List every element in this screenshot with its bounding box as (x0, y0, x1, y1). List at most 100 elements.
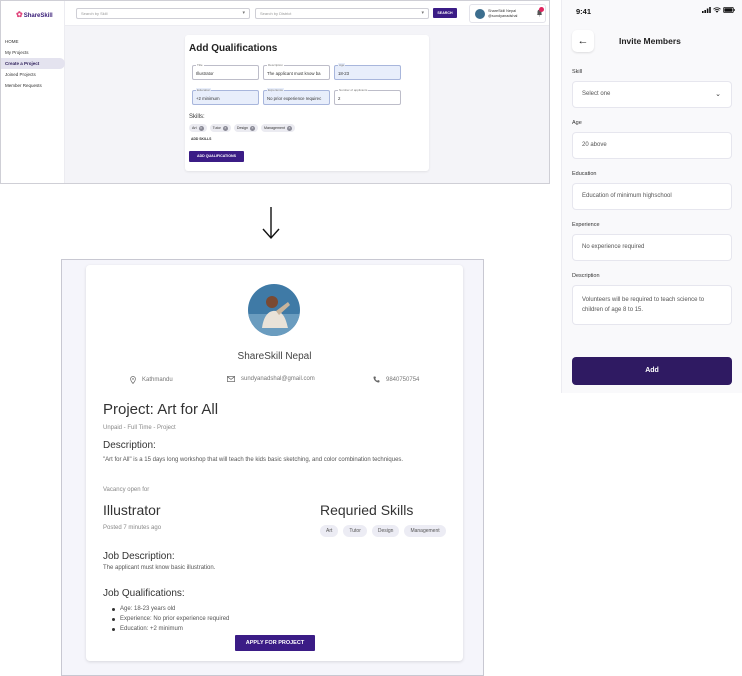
job-description-heading: Job Description: (103, 551, 175, 562)
status-time: 9:41 (576, 7, 592, 16)
sidebar-item-my-projects[interactable]: My Projects (1, 47, 65, 58)
age-input-value: 20 above (582, 142, 607, 148)
list-item: Age: 18-23 years old (110, 604, 229, 614)
project-meta: Unpaid - Full Time - Project (103, 425, 176, 431)
skill-chip[interactable]: Management × (261, 124, 296, 132)
skill-badge: Design (371, 525, 400, 537)
skill-chip-label: Tutor (212, 126, 221, 130)
project-title: Project: Art for All (103, 401, 219, 418)
experience-field[interactable]: Experience No prior experience requirec (263, 88, 330, 105)
logo[interactable]: ✿ShareSkill (16, 10, 53, 19)
skill-chip-label: Management (264, 126, 286, 130)
avatar (475, 9, 485, 19)
add-qualifications-button[interactable]: ADD QUALIFICATIONS (189, 151, 244, 162)
education-field[interactable]: Education +2 minimum (192, 88, 259, 105)
description-heading: Description: (103, 440, 156, 451)
logo-mark-icon: ✿ (16, 10, 23, 19)
skill-select-value: Select one (582, 91, 611, 97)
close-icon[interactable]: × (287, 125, 293, 131)
close-icon[interactable]: × (222, 125, 228, 131)
required-skills-list: Art Tutor Design Management (320, 525, 446, 537)
dashboard-screenshot: ✿ShareSkill HOME My Projects Create a Pr… (0, 0, 550, 184)
apply-for-project-button[interactable]: APPLY FOR PROJECT (235, 635, 315, 651)
sidebar-item-home[interactable]: HOME (1, 36, 65, 47)
mail-icon (227, 376, 235, 382)
skill-chip[interactable]: Tutor × (209, 124, 231, 132)
age-input[interactable]: 20 above (572, 132, 732, 159)
description-text: "Art for All" is a 15 days long workshop… (103, 457, 404, 463)
age-field[interactable]: Age 18-23 (334, 63, 401, 80)
bell-icon[interactable] (536, 7, 544, 19)
sidebar-item-member-requests[interactable]: Member Requests (1, 80, 65, 91)
vacancy-label: Vacancy open for (103, 487, 150, 493)
skill-chip-label: Design (236, 126, 249, 130)
email-text[interactable]: sundyanadshal@gmail.com (241, 376, 315, 382)
skill-chip[interactable]: Art × (189, 124, 207, 132)
phone-info: 9840750754 (373, 376, 419, 383)
location-info: Kathmandu (130, 376, 173, 384)
phone-icon (373, 376, 380, 383)
project-detail-screenshot: ShareSkill Nepal Kathmandu sundyanadshal… (61, 259, 484, 676)
experience-input-value: No experience required (582, 244, 645, 250)
skill-select[interactable]: Select one ⌄ (572, 81, 732, 108)
project-card: ShareSkill Nepal Kathmandu sundyanadshal… (86, 265, 463, 661)
education-input-value: Education of minimum highschool (582, 193, 672, 199)
required-skills-heading: Requried Skills (320, 502, 414, 518)
phone-text[interactable]: 9840750754 (386, 377, 419, 383)
experience-input[interactable]: No experience required (572, 234, 732, 261)
mobile-invite-screen: 9:41 ← Invite Members Skill Select one ⌄… (561, 0, 742, 393)
signal-icon (702, 7, 711, 13)
profile-name-block: ShareSkill Nepal @sundyanadshal (488, 9, 517, 19)
age-field-value: 18-23 (338, 71, 349, 76)
skill-chip-label: Art (192, 126, 197, 130)
email-info: sundyanadshal@gmail.com (227, 376, 315, 382)
search-button[interactable]: SEARCH (433, 8, 457, 18)
notification-badge (539, 7, 544, 12)
skill-search-select[interactable]: Search by Skill ▾ (76, 8, 250, 19)
district-search-placeholder: Search by District (260, 11, 292, 16)
add-qualifications-card: Add Qualifications Title Illustrator Des… (185, 35, 429, 171)
description-field[interactable]: Description The applicant must know ba (263, 63, 330, 80)
organization-avatar (248, 284, 300, 336)
add-skills-link[interactable]: ADD SKILLS (191, 137, 211, 141)
district-search-select[interactable]: Search by District ▾ (255, 8, 429, 19)
sidebar: ✿ShareSkill HOME My Projects Create a Pr… (1, 1, 65, 183)
arrow-down-icon (262, 207, 280, 240)
education-field-label: Education (196, 88, 212, 92)
skill-label: Skill (572, 69, 583, 75)
location-text: Kathmandu (142, 377, 173, 383)
sidebar-item-create-project[interactable]: Create a Project (1, 58, 65, 69)
education-label: Education (572, 171, 597, 177)
description-field-label: Description (267, 63, 285, 67)
title-field-label: Title (196, 63, 204, 67)
title-field[interactable]: Title Illustrator (192, 63, 259, 80)
education-field-value: +2 minimum (196, 96, 220, 101)
skill-badge: Art (320, 525, 339, 537)
experience-label: Experience (572, 222, 600, 228)
close-icon[interactable]: × (250, 125, 256, 131)
sidebar-nav: HOME My Projects Create a Project Joined… (1, 36, 65, 91)
profile-handle: @sundyanadshal (488, 14, 518, 18)
education-input[interactable]: Education of minimum highschool (572, 183, 732, 210)
location-pin-icon (130, 376, 136, 384)
profile-chip[interactable]: ShareSkill Nepal @sundyanadshal (469, 4, 546, 23)
wifi-icon (713, 7, 721, 13)
age-field-label: Age (338, 63, 346, 67)
experience-field-value: No prior experience requirec (267, 96, 322, 101)
description-textarea[interactable]: Volunteers will be required to teach sci… (572, 285, 732, 325)
list-item: Experience: No prior experience required (110, 614, 229, 624)
title-field-value: Illustrator (196, 71, 214, 76)
skill-chip[interactable]: Design × (233, 124, 259, 132)
applicants-field[interactable]: Number of applicants 2 (334, 88, 401, 105)
applicants-field-value: 2 (338, 96, 341, 101)
back-arrow-icon[interactable]: ← (572, 30, 594, 52)
experience-field-label: Experience (267, 88, 285, 92)
add-button[interactable]: Add (572, 357, 732, 385)
description-label: Description (572, 273, 600, 279)
job-description-text: The applicant must know basic illustrati… (103, 565, 216, 571)
skill-badge: Management (404, 525, 446, 537)
chevron-down-icon: ▾ (421, 10, 424, 16)
chevron-down-icon: ⌄ (715, 91, 721, 98)
sidebar-item-joined-projects[interactable]: Joined Projects (1, 69, 65, 80)
close-icon[interactable]: × (198, 125, 204, 131)
